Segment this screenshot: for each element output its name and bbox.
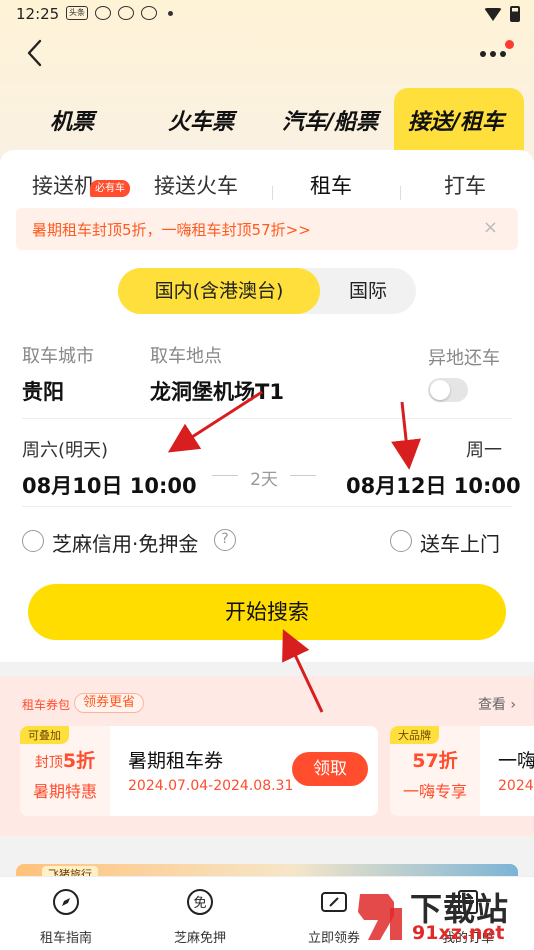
battery-icon: [510, 6, 520, 22]
must-have-car-badge: 必有车: [90, 180, 130, 197]
more-button[interactable]: [476, 40, 516, 66]
status-time: 12:25: [16, 5, 60, 23]
coupon-corner-tag: 大品牌: [390, 726, 439, 744]
app-notification-icon: [118, 6, 134, 20]
nav-label: 芝麻免押: [173, 931, 226, 946]
subtab-car-rental[interactable]: 租车: [310, 170, 352, 200]
subtab-airport-transfer[interactable]: 接送机: [32, 170, 95, 200]
coupon-section: 租车券包 领券更省 查看 › 可叠加 封顶5折 暑期特惠 暑期租车券 2024.…: [0, 676, 534, 836]
pickup-city-label: 取车城市: [22, 346, 94, 367]
divider: [22, 506, 512, 507]
different-return-toggle[interactable]: [428, 378, 468, 402]
coupon-validity: 2024.07.04-2024.08.31: [128, 778, 294, 794]
coupon-subtitle: 暑期特惠: [32, 782, 97, 801]
watermark-url: 91xz.net: [412, 922, 505, 944]
coupon-icon: [321, 892, 347, 912]
deposit-free-icon: 免: [187, 889, 213, 915]
nav-label: 租车指南: [39, 931, 92, 946]
pickup-city-value[interactable]: 贵阳: [22, 376, 64, 406]
region-international-button[interactable]: 国际: [320, 268, 416, 314]
more-dots-icon: [490, 51, 496, 57]
status-bar: 12:25 头条: [0, 0, 534, 30]
more-notifications-icon: [168, 10, 173, 16]
coupon-amount-value: 57折: [412, 750, 458, 772]
return-day-label: 周一: [466, 440, 502, 461]
tab-bus-ship[interactable]: 汽车/船票: [282, 104, 378, 136]
zhima-radio[interactable]: [22, 530, 44, 552]
region-toggle: 国内(含港澳台) 国际: [118, 268, 416, 314]
delivery-radio[interactable]: [390, 530, 412, 552]
app-notification-icon: [141, 6, 157, 20]
coupon-validity: 2024.0: [498, 778, 534, 794]
coupon-card[interactable]: 可叠加 封顶5折 暑期特惠 暑期租车券 2024.07.04-2024.08.3…: [20, 726, 378, 816]
coupon-card[interactable]: 大品牌 57折 一嗨专享 一嗨 2024.0: [390, 726, 534, 816]
coupon-tag: 领券更省: [74, 693, 145, 713]
region-domestic-button[interactable]: 国内(含港澳台): [118, 268, 320, 314]
coupon-corner-tag: 可叠加: [20, 726, 69, 744]
pickup-location-value[interactable]: 龙洞堡机场T1: [150, 376, 284, 406]
close-icon[interactable]: ×: [483, 217, 498, 238]
promo-banner[interactable]: 暑期租车封顶5折，一嗨租车封顶57折>> ×: [16, 208, 518, 250]
return-datetime[interactable]: 08月12日 10:00: [346, 470, 521, 500]
pickup-day-label: 周六(明天): [22, 440, 109, 461]
promo-text: 暑期租车封顶5折，一嗨租车封顶57折>>: [32, 221, 311, 239]
subtab-taxi[interactable]: 打车: [444, 170, 486, 200]
sub-tabs: 接送机 必有车 接送火车 租车 打车: [0, 164, 534, 214]
divider: [22, 418, 512, 419]
back-button[interactable]: [22, 38, 48, 68]
coupon-amount: 封顶5折: [20, 746, 110, 773]
compass-icon: [53, 889, 79, 915]
subtab-train-transfer[interactable]: 接送火车: [154, 170, 238, 200]
wifi-icon: [484, 7, 502, 21]
coupon-value-block: 可叠加 封顶5折 暑期特惠: [20, 726, 110, 816]
delivery-label[interactable]: 送车上门: [420, 528, 500, 557]
tab-transfer-rental[interactable]: 接送/租车: [408, 104, 504, 136]
view-more-label: 查看: [477, 697, 506, 713]
tab-train[interactable]: 火车票: [168, 104, 234, 136]
different-return-label: 异地还车: [428, 348, 500, 369]
svg-text:免: 免: [193, 896, 206, 911]
nav-rental-guide[interactable]: 租车指南: [26, 887, 106, 946]
coupon-amount-prefix: 封顶: [34, 755, 63, 771]
claim-coupon-button[interactable]: 领取: [292, 752, 368, 786]
help-icon[interactable]: ?: [214, 529, 236, 551]
coupon-section-title: 租车券包: [22, 698, 71, 712]
nav-deposit-free[interactable]: 免 芝麻免押: [160, 887, 240, 946]
status-system-icons: [484, 6, 520, 22]
rental-search-card: 接送机 必有车 接送火车 租车 打车 暑期租车封顶5折，一嗨租车封顶57折>> …: [0, 150, 534, 662]
app-notification-icon: [95, 6, 111, 20]
pickup-datetime[interactable]: 08月10日 10:00: [22, 470, 197, 500]
tab-flight[interactable]: 机票: [50, 104, 94, 136]
coupon-subtitle: 一嗨专享: [402, 782, 467, 801]
watermark-logo-icon: [358, 894, 402, 940]
coupon-amount-value: 5折: [62, 750, 96, 772]
zhima-credit-label[interactable]: 芝麻信用·免押金: [52, 528, 198, 557]
toggle-knob: [430, 380, 450, 400]
rental-duration: 2天: [212, 465, 316, 490]
coupon-name: 暑期租车券: [128, 750, 224, 772]
view-more-link[interactable]: 查看 ›: [478, 694, 516, 714]
news-app-icon: 头条: [66, 6, 88, 20]
status-notification-icons: 头条: [66, 6, 173, 20]
more-dots-icon: [500, 51, 506, 57]
more-dots-icon: [480, 51, 486, 57]
tab-divider: [400, 186, 401, 200]
search-button[interactable]: 开始搜索: [28, 584, 506, 640]
coupon-name: 一嗨: [498, 750, 534, 772]
category-tabs: 机票 火车票 汽车/船票 接送/租车: [0, 88, 534, 152]
chevron-left-icon: [27, 39, 42, 67]
notification-dot: [505, 40, 514, 49]
coupon-value-block: 大品牌 57折 一嗨专享: [390, 726, 480, 816]
pickup-location-label: 取车地点: [150, 346, 222, 367]
tab-divider: [272, 186, 273, 200]
site-watermark: 下载站 91xz.net: [354, 884, 524, 948]
coupon-amount: 57折: [390, 746, 480, 773]
